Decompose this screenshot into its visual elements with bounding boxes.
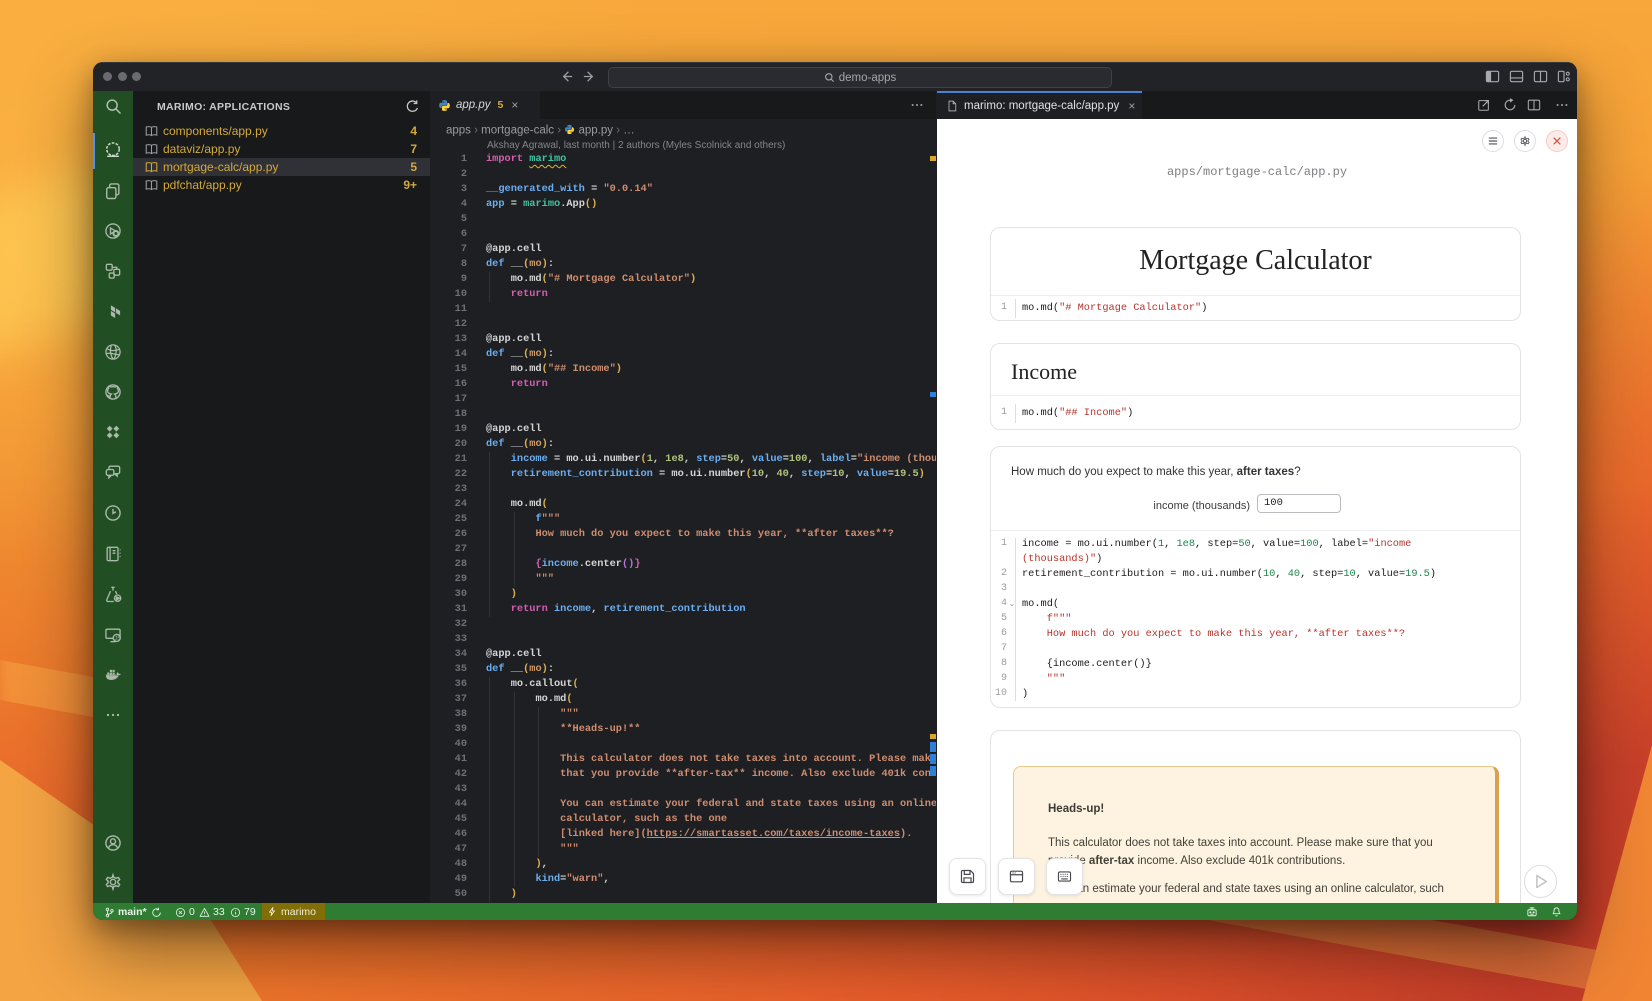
svg-text:JS: JS [115,636,122,642]
